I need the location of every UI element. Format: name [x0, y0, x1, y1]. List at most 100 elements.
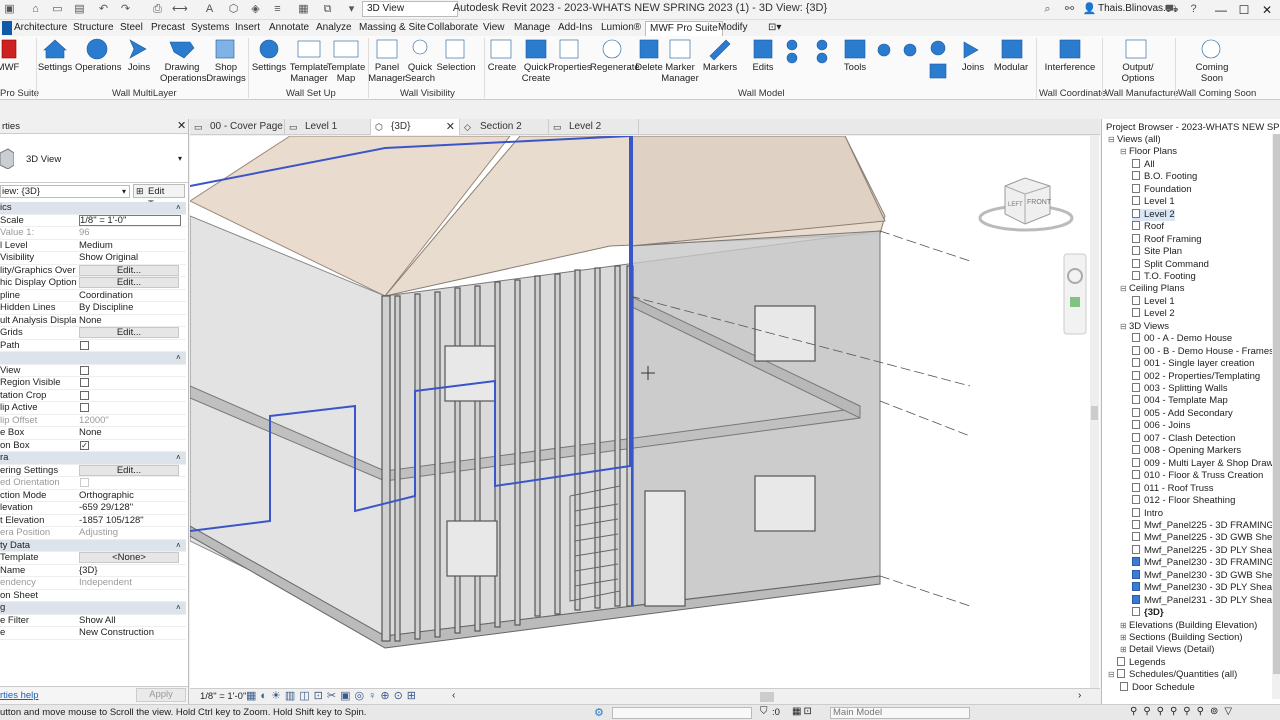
- properties-help-link[interactable]: rties help: [0, 690, 39, 701]
- property-group-header[interactable]: ty Data ˄: [0, 539, 186, 552]
- browser-item[interactable]: 012 - Floor Sheathing: [1132, 495, 1235, 507]
- browser-item[interactable]: 010 - Floor & Truss Creation: [1132, 470, 1263, 482]
- close-tab-icon[interactable]: ✕: [446, 119, 455, 135]
- browser-item[interactable]: Legends: [1108, 656, 1165, 669]
- tab-structure[interactable]: Structure: [69, 21, 118, 36]
- property-edit-button[interactable]: Edit...: [79, 327, 179, 338]
- property-edit-button[interactable]: Edit...: [79, 277, 179, 288]
- scroll-left-icon[interactable]: ‹: [452, 690, 455, 701]
- tab-architecture[interactable]: Architecture: [10, 21, 71, 36]
- browser-item[interactable]: Mwf_Panel225 - 3D GWB Sheathi: [1132, 532, 1280, 544]
- browser-item[interactable]: Mwf_Panel230 - 3D FRAMING 1: [1132, 557, 1280, 569]
- browser-item[interactable]: ⊟ 3D Views: [1120, 321, 1169, 333]
- worksets-icon[interactable]: ⚙: [594, 706, 604, 719]
- property-group-header[interactable]: ics ˄: [0, 202, 186, 215]
- property-checkbox[interactable]: [80, 365, 89, 375]
- tab-steel[interactable]: Steel: [116, 21, 147, 36]
- filter-icon[interactable]: ⛉: [760, 706, 768, 717]
- properties-button[interactable]: Properties: [548, 62, 592, 73]
- operations-button[interactable]: Operations: [75, 62, 121, 73]
- property-value[interactable]: Show Original: [79, 252, 181, 264]
- property-value[interactable]: None: [79, 427, 181, 439]
- property-value[interactable]: 1/8" = 1'-0": [79, 214, 181, 226]
- browser-item[interactable]: ⊞ Detail Views (Detail): [1120, 644, 1214, 656]
- workset-dropdown[interactable]: [612, 707, 752, 719]
- tab-level-1[interactable]: ▭ Level 1: [285, 119, 371, 135]
- coming-soon-button[interactable]: Coming Soon: [1190, 62, 1234, 84]
- property-value[interactable]: Medium: [79, 240, 181, 252]
- tab-section-2[interactable]: ◇ Section 2: [460, 119, 549, 135]
- expand-icon[interactable]: ⊞: [1120, 632, 1129, 644]
- drawing-operations-button[interactable]: Drawing Operations: [160, 62, 206, 84]
- joins-button[interactable]: Joins: [117, 62, 161, 73]
- selection-options-icons[interactable]: ⚲⚲⚲⚲⚲⚲⊚▽: [1130, 706, 1238, 717]
- collapse-icon[interactable]: ⊟: [1120, 283, 1129, 295]
- property-group-header[interactable]: ˄: [0, 352, 186, 365]
- tab-systems[interactable]: Systems: [187, 21, 233, 36]
- property-checkbox[interactable]: [80, 403, 89, 412]
- tab-level-2[interactable]: ▭ Level 2: [549, 119, 639, 135]
- expand-icon[interactable]: ⊞: [1120, 644, 1129, 656]
- browser-item[interactable]: 00 - A - Demo House: [1132, 333, 1232, 345]
- browser-item[interactable]: Mwf_Panel231 - 3D PLY Sheathir: [1132, 594, 1280, 607]
- user-name[interactable]: Thais.Blinovas...: [1098, 3, 1171, 14]
- tab-view[interactable]: View: [479, 21, 509, 36]
- browser-item[interactable]: Level 2: [1132, 308, 1175, 320]
- browser-item[interactable]: T.O. Footing: [1132, 270, 1196, 283]
- expand-icon[interactable]: ⊞: [1120, 620, 1129, 632]
- h-scroll-thumb[interactable]: [760, 692, 774, 702]
- property-edit-button[interactable]: <None>: [79, 552, 179, 563]
- tab-manage[interactable]: Manage: [510, 21, 554, 36]
- browser-item[interactable]: 003 - Splitting Walls: [1132, 383, 1228, 395]
- browser-item[interactable]: Foundation: [1132, 183, 1192, 196]
- browser-item[interactable]: 002 - Properties/Templating: [1132, 370, 1260, 383]
- view-instance-selector[interactable]: iew: {3D} ▾: [0, 185, 130, 198]
- cart-icon[interactable]: ⛟: [1164, 2, 1179, 17]
- collapse-icon[interactable]: ⊟: [1120, 146, 1129, 158]
- type-dropdown-icon[interactable]: ▾: [178, 154, 182, 163]
- browser-item[interactable]: {3D}: [1132, 607, 1164, 619]
- close-properties-icon[interactable]: ✕: [177, 119, 186, 132]
- property-value[interactable]: None: [79, 315, 181, 327]
- property-value[interactable]: New Construction: [79, 627, 181, 639]
- search-icon[interactable]: ⌕: [1040, 2, 1055, 17]
- property-checkbox[interactable]: ✓: [80, 440, 89, 450]
- browser-item[interactable]: Level 1: [1132, 196, 1175, 208]
- collapse-icon[interactable]: ˄: [176, 352, 181, 364]
- binoculars-icon[interactable]: ⚯: [1062, 2, 1077, 17]
- modular-button[interactable]: Modular: [989, 62, 1033, 73]
- selection-button[interactable]: Selection: [434, 62, 478, 73]
- property-checkbox[interactable]: [80, 478, 89, 487]
- browser-item[interactable]: 004 - Template Map: [1132, 395, 1228, 407]
- browser-item[interactable]: ⊞ Sections (Building Section): [1120, 632, 1243, 644]
- property-checkbox[interactable]: [80, 378, 89, 387]
- browser-item[interactable]: 008 - Opening Markers: [1132, 445, 1241, 457]
- markers-button[interactable]: Markers: [698, 62, 742, 73]
- browser-item[interactable]: Site Plan: [1132, 246, 1182, 258]
- browser-item[interactable]: ⊟ Schedules/Quantities (all): [1108, 669, 1237, 681]
- tab-add-ins[interactable]: Add-Ins: [554, 21, 596, 36]
- property-value[interactable]: Coordination: [79, 290, 181, 302]
- maximize-button[interactable]: ☐: [1233, 1, 1255, 19]
- browser-item[interactable]: Roof: [1132, 221, 1164, 233]
- scroll-right-icon[interactable]: ›: [1078, 690, 1081, 701]
- collapse-icon[interactable]: ⊟: [1120, 321, 1129, 333]
- type-selector[interactable]: 3D View ▾: [0, 135, 188, 183]
- property-value[interactable]: Orthographic: [79, 490, 181, 502]
- tab-massing-site[interactable]: Massing & Site: [355, 21, 430, 36]
- mwf-button[interactable]: MWF: [0, 62, 30, 73]
- view-scale[interactable]: 1/8" = 1'-0": [200, 691, 246, 702]
- browser-item[interactable]: B.O. Footing: [1132, 171, 1197, 183]
- browser-item[interactable]: ⊞ Elevations (Building Elevation): [1120, 620, 1257, 632]
- property-edit-button[interactable]: Edit...: [79, 464, 179, 476]
- collapse-icon[interactable]: ˄: [176, 452, 181, 464]
- help-icon[interactable]: ?: [1186, 2, 1201, 17]
- browser-item[interactable]: Level 1: [1132, 295, 1175, 308]
- edit-type-button[interactable]: ⊞Edit Type: [133, 184, 185, 210]
- browser-item[interactable]: Mwf_Panel225 - 3D FRAMING 1: [1132, 519, 1280, 532]
- tab-collaborate[interactable]: Collaborate: [423, 21, 482, 36]
- property-value[interactable]: {3D}: [79, 565, 181, 577]
- editing-requests-icons[interactable]: ▦⊡: [792, 706, 814, 717]
- collapse-icon[interactable]: ˄: [176, 540, 181, 552]
- tab-cover-page[interactable]: ▭ 00 - Cover Page: [190, 119, 285, 135]
